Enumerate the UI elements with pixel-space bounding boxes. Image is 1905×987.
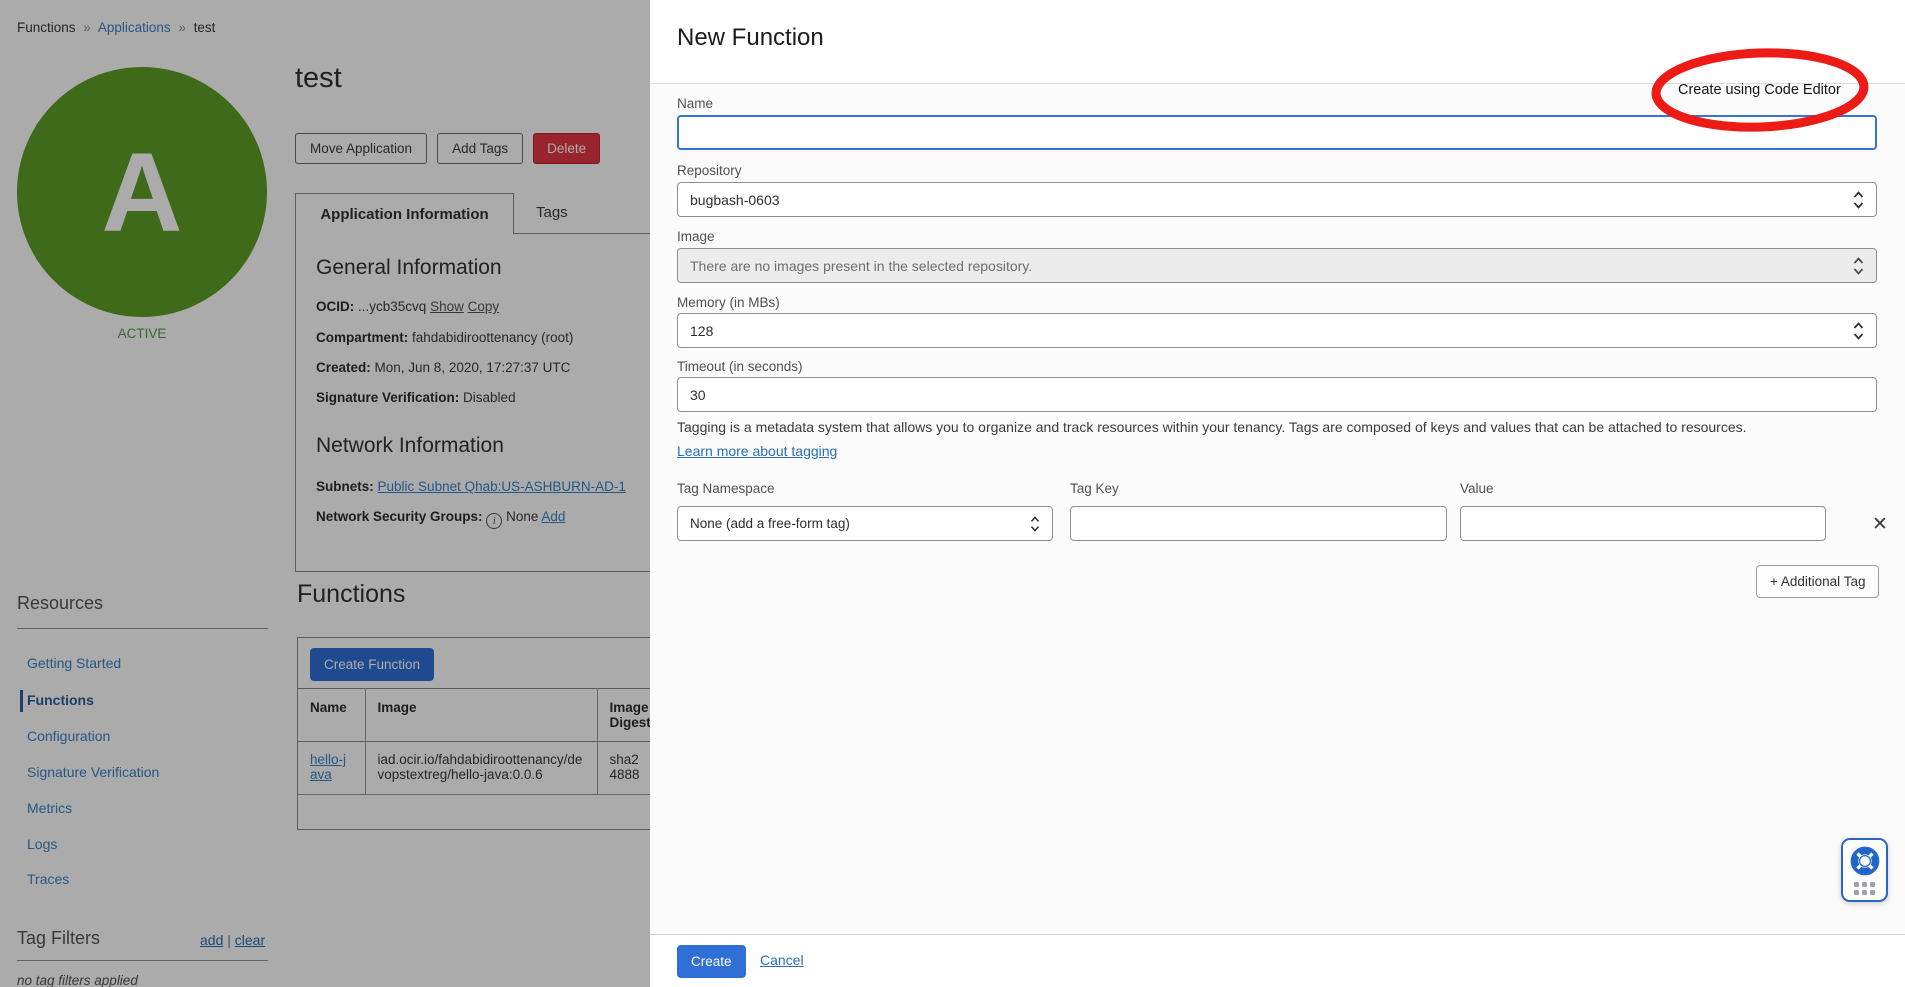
- memory-label: Memory (in MBs): [677, 295, 780, 310]
- tag-key-label: Tag Key: [1070, 481, 1119, 496]
- additional-tag-button[interactable]: + Additional Tag: [1756, 565, 1879, 598]
- name-label: Name: [677, 96, 713, 111]
- lifebuoy-help-icon: [1850, 846, 1880, 876]
- drag-handle-dots-icon: [1854, 882, 1875, 895]
- timeout-label: Timeout (in seconds): [677, 359, 803, 374]
- name-input[interactable]: [677, 115, 1877, 150]
- tag-namespace-select[interactable]: None (add a free-form tag): [677, 506, 1053, 541]
- help-widget[interactable]: [1841, 838, 1888, 902]
- memory-select[interactable]: 128: [677, 313, 1877, 348]
- image-label: Image: [677, 229, 715, 244]
- new-function-drawer: New Function Name Repository bugbash-060…: [650, 0, 1905, 987]
- tagging-description: Tagging is a metadata system that allows…: [677, 419, 1877, 435]
- select-chevrons-icon: [1853, 322, 1864, 340]
- repository-select[interactable]: bugbash-0603: [677, 182, 1877, 217]
- timeout-input[interactable]: [677, 377, 1877, 412]
- drawer-title: New Function: [677, 24, 824, 52]
- create-using-code-editor-link[interactable]: Create using Code Editor: [1678, 82, 1841, 98]
- remove-tag-icon[interactable]: ✕: [1872, 513, 1888, 536]
- oci-console-screen: Functions » Applications » test A ACTIVE…: [0, 0, 1905, 987]
- drawer-header: New Function: [650, 0, 1905, 84]
- learn-more-tagging-link[interactable]: Learn more about tagging: [677, 443, 837, 459]
- select-chevrons-icon: [1853, 257, 1864, 275]
- tag-key-input[interactable]: [1070, 506, 1447, 541]
- tag-value-input[interactable]: [1460, 506, 1826, 541]
- value-label: Value: [1460, 481, 1494, 496]
- create-button[interactable]: Create: [677, 945, 746, 978]
- image-select: There are no images present in the selec…: [677, 248, 1877, 283]
- select-chevrons-icon: [1030, 516, 1040, 532]
- modal-overlay: [0, 0, 650, 987]
- select-chevrons-icon: [1853, 191, 1864, 209]
- cancel-link[interactable]: Cancel: [760, 952, 804, 968]
- tag-namespace-label: Tag Namespace: [677, 481, 775, 496]
- drawer-footer: Create Cancel: [650, 934, 1905, 987]
- repository-label: Repository: [677, 163, 742, 178]
